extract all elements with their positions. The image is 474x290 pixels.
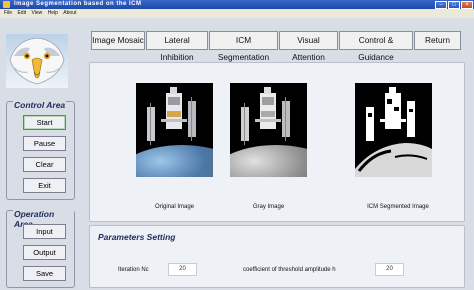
- original-image: [136, 83, 213, 177]
- maximize-icon[interactable]: □: [448, 0, 460, 9]
- gray-image-caption: Gray Image: [252, 204, 285, 210]
- icm-image-caption: ICM Segmented Image: [367, 204, 429, 210]
- app-icon: [3, 1, 10, 8]
- tab-image-mosaic[interactable]: Image Mosaic: [91, 31, 145, 50]
- tab-lateral-inhibition[interactable]: Lateral Inhibition: [146, 31, 208, 62]
- pause-button[interactable]: Pause: [23, 136, 66, 151]
- iteration-label: Iteration Nc: [118, 267, 149, 273]
- title-bar: Image Segmentation based on the ICM – □ …: [0, 0, 474, 9]
- close-icon[interactable]: ×: [461, 0, 473, 9]
- eagle-logo: [6, 34, 68, 88]
- output-button[interactable]: Output: [23, 245, 66, 260]
- clear-button[interactable]: Clear: [23, 157, 66, 172]
- parameters-title: Parameters Setting: [98, 232, 176, 242]
- operation-area-panel: Operation Area Input Output Save: [6, 209, 75, 288]
- menu-bar: File Edit View Help About: [0, 9, 474, 18]
- save-button[interactable]: Save: [23, 266, 66, 281]
- exit-button[interactable]: Exit: [23, 178, 66, 193]
- menu-file[interactable]: File: [4, 10, 12, 16]
- tab-return[interactable]: Return: [414, 31, 461, 50]
- coef-label: coefficient of threshold amplitude h: [243, 267, 336, 273]
- window-title: Image Segmentation based on the ICM: [14, 1, 142, 7]
- menu-edit[interactable]: Edit: [17, 10, 26, 16]
- menu-about[interactable]: About: [63, 10, 76, 16]
- icm-segmented-image: [355, 83, 432, 177]
- gray-image: [230, 83, 307, 177]
- image-display-area: Original Image Gray Image ICM Segmented …: [89, 62, 465, 222]
- window-controls: – □ ×: [435, 0, 473, 9]
- menu-view[interactable]: View: [31, 10, 42, 16]
- input-button[interactable]: Input: [23, 224, 66, 239]
- coef-input[interactable]: 20: [375, 263, 404, 276]
- tab-control-guidance[interactable]: Control & Guidance: [339, 31, 413, 62]
- tab-visual-attention[interactable]: Visual Attention: [279, 31, 338, 62]
- menu-help[interactable]: Help: [48, 10, 58, 16]
- minimize-icon[interactable]: –: [435, 0, 447, 9]
- control-area-title: Control Area: [13, 100, 67, 110]
- tab-icm-segmentation[interactable]: ICM Segmentation: [209, 31, 278, 62]
- parameters-panel: Parameters Setting Iteration Nc 20 coeff…: [89, 225, 465, 288]
- iteration-input[interactable]: 20: [168, 263, 197, 276]
- start-button[interactable]: Start: [23, 115, 66, 130]
- original-image-caption: Original Image: [154, 204, 195, 210]
- control-area-panel: Control Area Start Pause Clear Exit: [6, 100, 75, 200]
